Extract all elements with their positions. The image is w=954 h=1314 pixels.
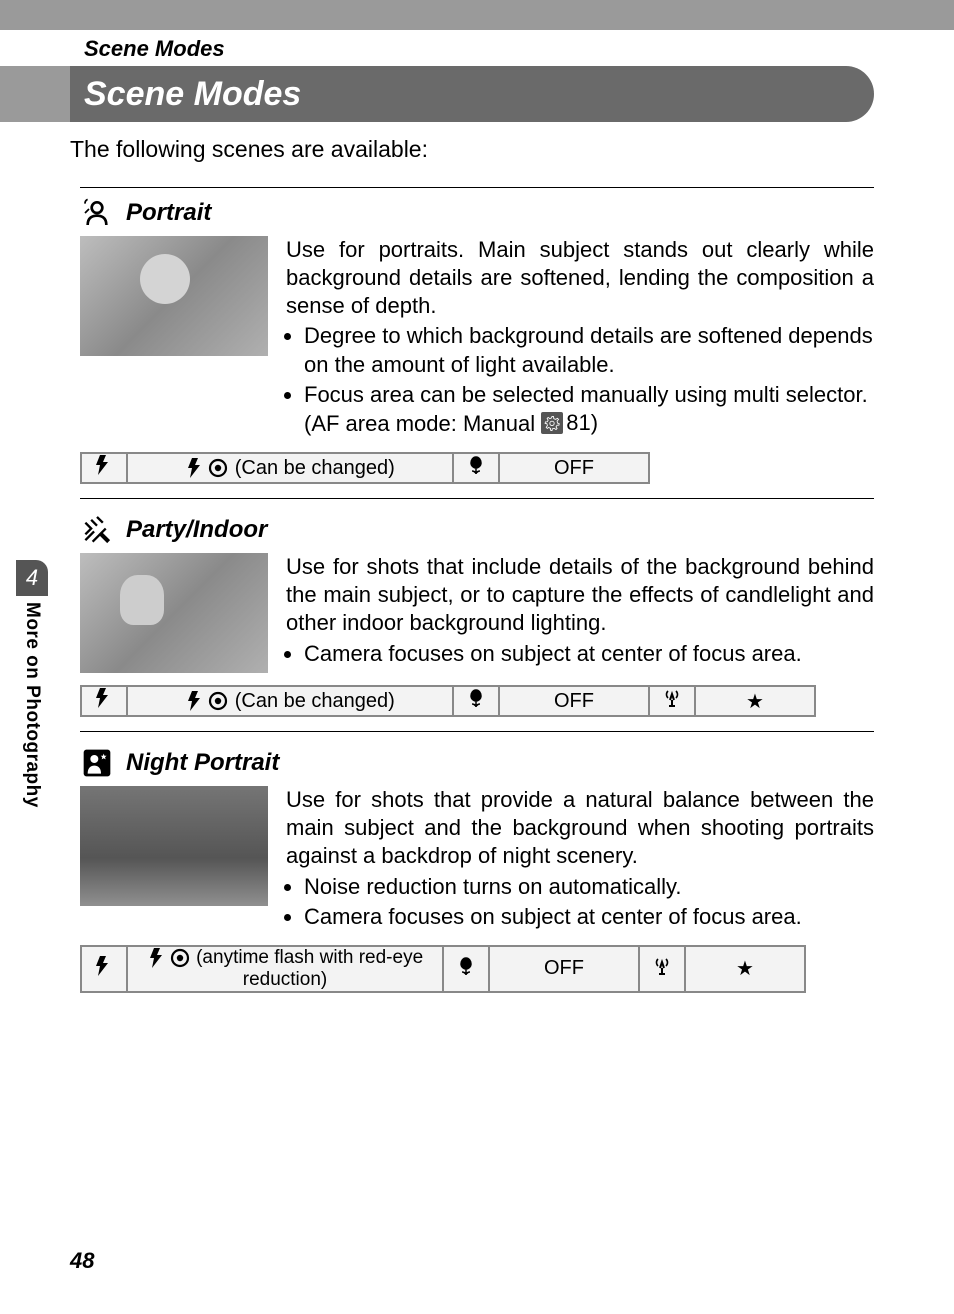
- party-flash-text: (Can be changed): [235, 690, 395, 712]
- section-night-label: Night Portrait: [126, 749, 279, 777]
- night-description: Use for shots that provide a natural bal…: [286, 786, 874, 933]
- section-night-portrait: Night Portrait Use for shots that provid…: [80, 746, 874, 933]
- party-settings-row: (Can be changed) OFF ★: [80, 685, 874, 732]
- portrait-bullet-1: Degree to which background details are s…: [304, 322, 874, 378]
- section-portrait: Portrait Use for portraits. Main subject…: [80, 187, 874, 440]
- intro-text: The following scenes are available:: [0, 122, 954, 173]
- side-tab: 4 More on Photography: [12, 560, 52, 808]
- portrait-mode-icon: [80, 196, 114, 230]
- portrait-settings-row: (Can be changed) OFF: [80, 452, 874, 499]
- page-number: 48: [70, 1248, 94, 1274]
- portrait-sample-image: [80, 236, 268, 356]
- night-bullet-2: Camera focuses on subject at center of f…: [304, 903, 874, 931]
- flash-icon-cell: [81, 686, 127, 716]
- title-bar-left-tab: [0, 66, 70, 122]
- settings-page-ref-icon: [541, 412, 563, 434]
- night-flash-text: (anytime flash with red-eye reduction): [196, 947, 423, 990]
- title-bar: Scene Modes: [0, 66, 954, 122]
- night-portrait-mode-icon: [80, 746, 114, 780]
- macro-icon-cell: [453, 686, 499, 716]
- portrait-page-ref: 81): [566, 409, 598, 437]
- party-desc-text: Use for shots that include details of th…: [286, 554, 874, 635]
- portrait-macro-value: OFF: [499, 453, 649, 483]
- night-star-value: ★: [685, 946, 805, 992]
- section-party-label: Party/Indoor: [126, 516, 267, 544]
- chapter-label: More on Photography: [21, 602, 43, 808]
- top-gray-bar: [0, 0, 954, 30]
- night-macro-value: OFF: [489, 946, 639, 992]
- chapter-number: 4: [16, 560, 48, 596]
- party-sample-image: [80, 553, 268, 673]
- breadcrumb: Scene Modes: [0, 30, 954, 66]
- night-desc-text: Use for shots that provide a natural bal…: [286, 787, 874, 868]
- macro-icon-cell: [443, 946, 489, 992]
- night-sample-image: [80, 786, 268, 906]
- portrait-bullet-2: Focus area can be selected manually usin…: [304, 381, 874, 438]
- night-bullet-1: Noise reduction turns on automatically.: [304, 873, 874, 901]
- party-macro-value: OFF: [499, 686, 649, 716]
- party-mode-icon: [80, 513, 114, 547]
- portrait-flash-value: (Can be changed): [127, 453, 453, 483]
- page-title: Scene Modes: [70, 66, 874, 122]
- vr-icon-cell: [639, 946, 685, 992]
- flash-icon-cell: [81, 453, 127, 483]
- portrait-description: Use for portraits. Main subject stands o…: [286, 236, 874, 440]
- vr-icon-cell: [649, 686, 695, 716]
- party-flash-value: (Can be changed): [127, 686, 453, 716]
- night-settings-row: (anytime flash with red-eye reduction) O…: [80, 945, 874, 1007]
- night-flash-value: (anytime flash with red-eye reduction): [127, 946, 443, 992]
- party-description: Use for shots that include details of th…: [286, 553, 874, 670]
- section-portrait-label: Portrait: [126, 199, 211, 227]
- party-bullet-1: Camera focuses on subject at center of f…: [304, 640, 874, 668]
- portrait-desc-text: Use for portraits. Main subject stands o…: [286, 237, 874, 318]
- flash-icon-cell: [81, 946, 127, 992]
- macro-icon-cell: [453, 453, 499, 483]
- party-star-value: ★: [695, 686, 815, 716]
- section-party: Party/Indoor Use for shots that include …: [80, 513, 874, 673]
- portrait-flash-text: (Can be changed): [235, 457, 395, 479]
